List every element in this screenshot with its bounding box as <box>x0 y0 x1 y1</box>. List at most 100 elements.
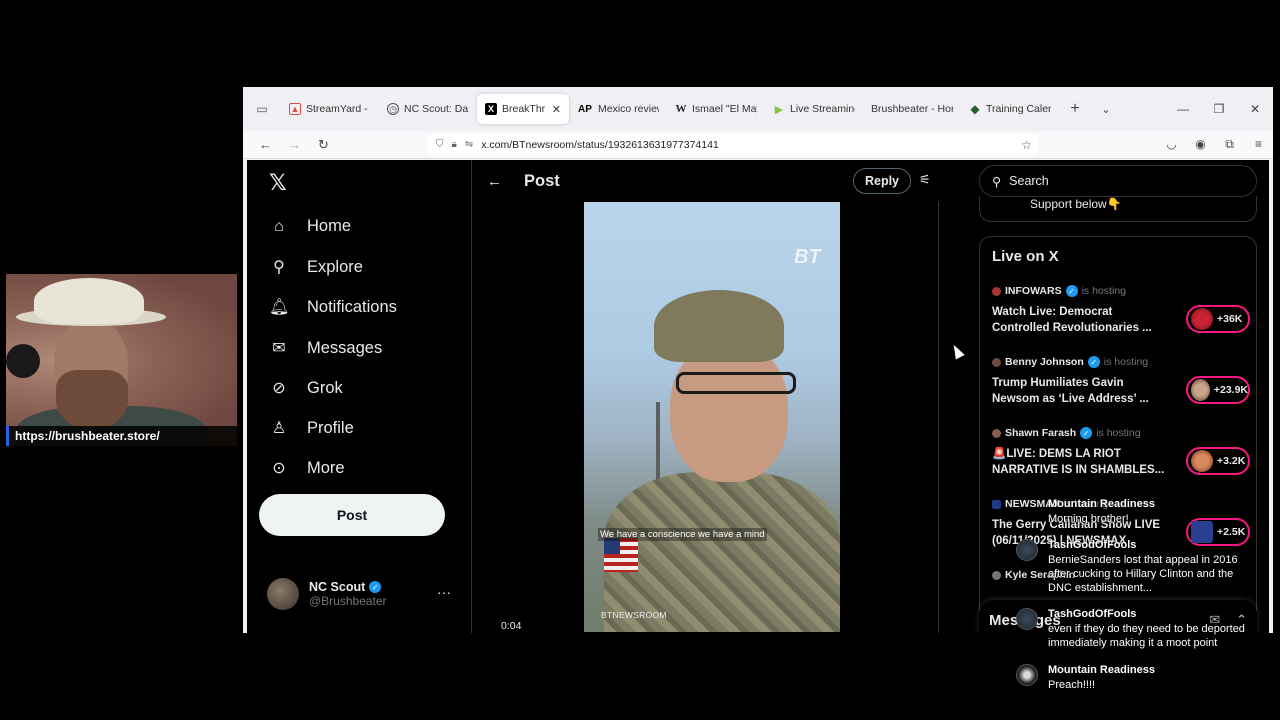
back-icon[interactable]: ← <box>251 137 280 152</box>
tab-wikipedia[interactable]: W Ismael "El May <box>667 94 765 124</box>
nav-label: Explore <box>307 257 363 276</box>
tab-streamyard[interactable]: ▲ StreamYard - S <box>281 94 379 124</box>
tab-title: StreamYard - S <box>306 103 371 115</box>
live-host: Benny Johnson <box>1005 356 1084 368</box>
avatar <box>1016 608 1038 630</box>
pocket-icon[interactable]: ◡ <box>1157 137 1186 152</box>
menu-icon[interactable]: ≡ <box>1244 137 1273 152</box>
x-logo-icon[interactable]: 𝕏 <box>269 170 287 196</box>
home-icon: ⌂ <box>274 217 284 235</box>
shield-icon[interactable]: ⛉ <box>436 139 444 150</box>
grok-icon: ⊘ <box>272 380 286 397</box>
chat-text: Morning brother! <box>1048 513 1129 525</box>
webcam-hat <box>34 278 144 324</box>
restore-icon[interactable]: ❐ <box>1201 102 1237 116</box>
nav-label: Notifications <box>307 297 397 316</box>
nav-messages[interactable]: ✉ Messages <box>269 338 382 358</box>
new-tab-icon[interactable]: + <box>1059 100 1091 118</box>
live-host: INFOWARS <box>1005 285 1062 297</box>
tab-breakthrough[interactable]: X BreakThroug ✕ <box>477 94 569 124</box>
tab-list-icon[interactable]: ▭ <box>243 102 281 116</box>
search-input[interactable]: ⚲ Search <box>979 165 1257 197</box>
listener-count-pill[interactable]: +36K <box>1186 305 1250 333</box>
live-item[interactable]: Shawn Farash ✓ is hosting 🚨LIVE: DEMS LA… <box>992 427 1250 478</box>
live-status: is hosting <box>1081 285 1126 297</box>
post-button[interactable]: Post <box>259 494 445 536</box>
account-icon[interactable]: ◉ <box>1186 137 1215 152</box>
x-logo-icon: X <box>485 103 497 115</box>
back-arrow-icon[interactable]: ← <box>487 173 502 190</box>
live-title-line: Trump Humiliates Gavin <box>992 377 1124 389</box>
chevron-down-icon[interactable]: ⌄ <box>1091 103 1121 116</box>
live-title-line: Newsom as ‘Live Address’ ... <box>992 393 1149 405</box>
chat-text: Preach!!!! <box>1048 679 1096 691</box>
live-status: is hosting <box>1103 356 1149 368</box>
more-circle-icon: ⊙ <box>272 460 286 477</box>
chat-author: TashGodOfFools <box>1048 608 1137 620</box>
live-title: Live on X <box>992 248 1059 265</box>
toolbar-icons: ◡ ◉ ⧉ ≡ <box>1157 137 1273 152</box>
tab-mexico[interactable]: AP Mexico reviewi <box>569 94 667 124</box>
minimize-icon[interactable]: — <box>1165 102 1201 116</box>
listener-count-pill[interactable]: +23.9K <box>1186 376 1250 404</box>
tab-title: Training Calenc <box>986 103 1051 115</box>
nav-home[interactable]: ⌂ Home <box>269 217 351 236</box>
host-avatar <box>1191 450 1213 472</box>
host-avatar <box>1191 308 1213 330</box>
tab-nc-scout[interactable]: ◷ NC Scout: Dam <box>379 94 477 124</box>
host-avatar <box>992 428 1001 438</box>
more-dots-icon[interactable]: ··· <box>437 584 451 600</box>
store-link-banner: https://brushbeater.store/ <box>6 426 237 446</box>
nav-more[interactable]: ⊙ More <box>269 458 344 478</box>
reply-button[interactable]: Reply <box>853 168 911 194</box>
bell-icon: 🔔︎ <box>269 299 290 316</box>
lock-icon[interactable]: 🔒︎ <box>452 139 457 150</box>
tab-title: Live Streaming <box>790 103 855 115</box>
address-bar[interactable]: ⛉ 🔒︎ ⇋ x.com/BTnewsroom/status/193261363… <box>428 133 1038 156</box>
listener-count-pill[interactable]: +3.2K <box>1186 447 1250 475</box>
tab-training[interactable]: ◆ Training Calenc <box>961 94 1059 124</box>
trend-snippet[interactable]: Support below👇 <box>979 196 1257 222</box>
chat-author: Mountain Readiness <box>1048 498 1155 510</box>
bt-logo: BT <box>794 246 821 268</box>
video-watermark: BTNEWSROOM <box>601 610 667 620</box>
verified-badge-icon: ✓ <box>1087 356 1100 368</box>
nav-grok[interactable]: ⊘ Grok <box>269 378 342 398</box>
nav-label: Profile <box>307 418 354 437</box>
permissions-icon[interactable]: ⇋ <box>465 139 473 150</box>
nav-notifications[interactable]: 🔔︎ Notifications <box>269 297 397 317</box>
video-scene-glasses <box>676 372 796 394</box>
diamond-icon: ◆ <box>970 102 980 116</box>
flag-patch-icon <box>604 538 638 572</box>
account-switcher[interactable]: NC Scout ✓ @Brushbeater ··· <box>267 576 463 612</box>
host-avatar <box>992 499 1001 509</box>
avatar <box>1016 664 1038 686</box>
close-window-icon[interactable]: ✕ <box>1237 102 1273 116</box>
live-item[interactable]: INFOWARS ✓ is hosting Watch Live: Democr… <box>992 285 1250 336</box>
url-text[interactable]: x.com/BTnewsroom/status/1932613631977374… <box>481 139 1013 151</box>
bookmark-star-icon[interactable]: ☆ <box>1021 138 1038 152</box>
account-info: NC Scout ✓ @Brushbeater <box>309 580 387 608</box>
reload-icon[interactable]: ↻ <box>309 137 338 153</box>
ap-icon: AP <box>578 103 592 115</box>
video-frame[interactable]: BT We have a conscience we have a mind B… <box>584 202 840 632</box>
nav-profile[interactable]: ♙ Profile <box>269 418 354 438</box>
forward-icon[interactable]: → <box>280 137 309 152</box>
x-sidebar: 𝕏 ⌂ Home ⚲ Explore 🔔︎ Notifications ✉ Me… <box>247 160 472 633</box>
nav-explore[interactable]: ⚲ Explore <box>269 257 363 277</box>
sliders-icon[interactable]: ⚟ <box>919 172 931 188</box>
chat-author: TashGodOfFools <box>1048 539 1137 551</box>
video-player[interactable]: BT We have a conscience we have a mind B… <box>485 202 939 633</box>
nav-label: Messages <box>307 338 383 357</box>
close-tab-icon[interactable]: ✕ <box>552 103 561 116</box>
tab-live-streaming[interactable]: ▶ Live Streaming <box>765 94 863 124</box>
tab-brushbeater[interactable]: Brushbeater - Hom <box>863 94 961 124</box>
window-controls: — ❐ ✕ <box>1165 102 1273 116</box>
extensions-icon[interactable]: ⧉ <box>1215 137 1244 152</box>
tab-title: Mexico reviewi <box>598 103 659 115</box>
nav-bar: ← → ↻ ⛉ 🔒︎ ⇋ x.com/BTnewsroom/status/193… <box>243 131 1273 159</box>
video-caption: We have a conscience we have a mind <box>598 528 767 541</box>
live-item[interactable]: Benny Johnson ✓ is hosting Trump Humilia… <box>992 356 1250 407</box>
chat-text: BernieSanders lost that appeal in 2016 a… <box>1048 554 1238 594</box>
live-title-line: Watch Live: Democrat <box>992 306 1113 318</box>
